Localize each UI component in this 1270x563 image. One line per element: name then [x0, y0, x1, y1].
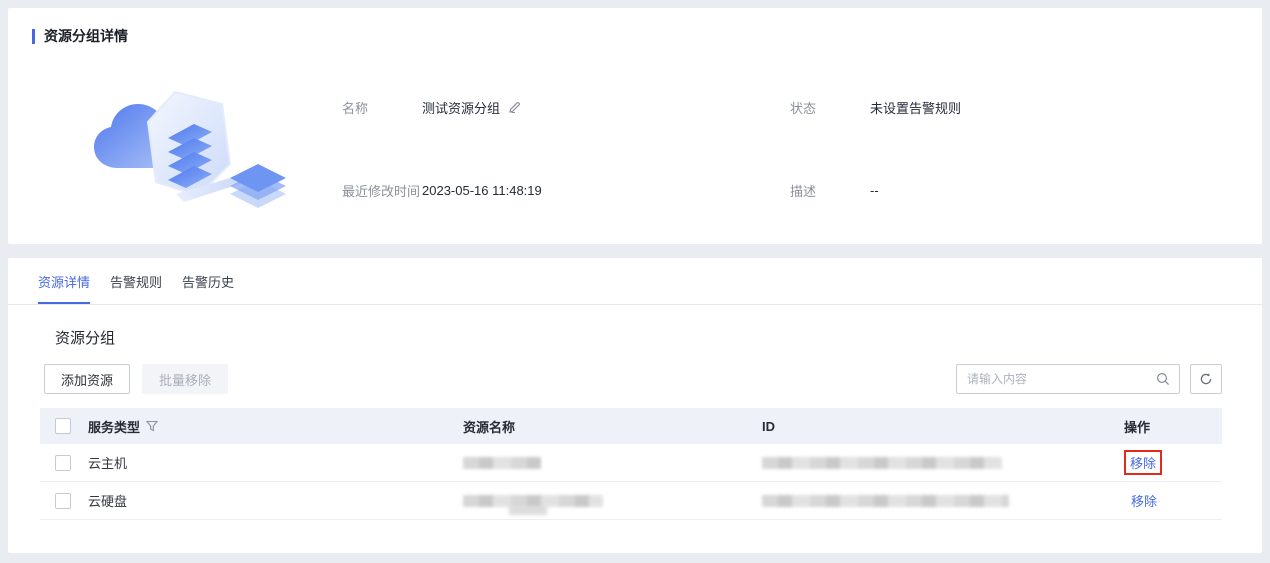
- redacted-resource-name: [463, 494, 603, 507]
- tab-alarm-history[interactable]: 告警历史: [182, 258, 234, 304]
- cell-service-type: 云主机: [88, 456, 128, 471]
- header-resource-name: 资源名称: [463, 419, 516, 435]
- field-status-value: 未设置告警规则: [870, 101, 962, 116]
- redacted-id: [762, 456, 1002, 469]
- toolbar: 添加资源 批量移除: [44, 364, 1222, 394]
- edit-name-icon[interactable]: [508, 101, 521, 114]
- refresh-button[interactable]: [1190, 364, 1222, 394]
- title-accent-bar: [32, 28, 35, 44]
- search-box: [956, 364, 1180, 394]
- field-name: 名称 测试资源分组: [342, 78, 790, 137]
- row-checkbox[interactable]: [55, 492, 71, 509]
- select-all-checkbox[interactable]: [55, 418, 71, 434]
- page-title-row: 资源分组详情: [32, 26, 1238, 46]
- redacted-resource-name: [463, 456, 541, 469]
- field-description: 描述 --: [790, 161, 1238, 220]
- page-title: 资源分组详情: [44, 28, 128, 44]
- search-input[interactable]: [967, 372, 1156, 386]
- filter-icon[interactable]: [146, 420, 159, 432]
- redacted-id: [762, 494, 1009, 507]
- header-action: 操作: [1124, 419, 1151, 435]
- tab-alarm-rules[interactable]: 告警规则: [110, 258, 162, 304]
- table-row: 云主机 移除: [40, 444, 1222, 482]
- field-status: 状态 未设置告警规则: [790, 78, 1238, 137]
- resource-table: 服务类型 资源名称 ID 操作 云主机 移除 云硬盘 移除: [40, 408, 1222, 520]
- resource-list-card: 资源详情 告警规则 告警历史 资源分组 添加资源 批量移除 服务类型: [8, 258, 1262, 553]
- field-modified-time: 最近修改时间 2023-05-16 11:48:19: [342, 161, 790, 220]
- field-description-label: 描述: [790, 184, 817, 199]
- detail-fields: 名称 测试资源分组 状态 未设置告警规则 最近修改时间 2023-05-16 1…: [342, 60, 1238, 220]
- field-name-label: 名称: [342, 101, 369, 116]
- header-service-type: 服务类型: [88, 419, 141, 435]
- remove-link[interactable]: 移除: [1131, 494, 1157, 509]
- resource-group-illustration: [32, 60, 342, 220]
- field-description-value: --: [870, 183, 879, 198]
- cell-service-type: 云硬盘: [88, 494, 128, 509]
- remove-link-highlight-box: 移除: [1124, 450, 1163, 475]
- header-id: ID: [762, 418, 775, 434]
- tabbar: 资源详情 告警规则 告警历史: [8, 258, 1262, 305]
- search-icon[interactable]: [1156, 372, 1170, 386]
- add-resource-button[interactable]: 添加资源: [44, 364, 131, 394]
- table-row: 云硬盘 移除: [40, 482, 1222, 520]
- field-modified-time-label: 最近修改时间: [342, 184, 421, 199]
- table-header-row: 服务类型 资源名称 ID 操作: [40, 408, 1222, 444]
- field-status-label: 状态: [790, 101, 817, 116]
- field-modified-time-value: 2023-05-16 11:48:19: [422, 183, 542, 198]
- section-title: 资源分组: [55, 330, 116, 347]
- field-name-value: 测试资源分组: [422, 101, 501, 116]
- batch-remove-button[interactable]: 批量移除: [142, 364, 229, 394]
- tab-resource-detail[interactable]: 资源详情: [38, 258, 91, 304]
- remove-link[interactable]: 移除: [1130, 456, 1156, 471]
- refresh-icon: [1200, 373, 1212, 385]
- row-checkbox[interactable]: [55, 454, 71, 471]
- resource-group-detail-card: 资源分组详情 名称 测试资源分组 状态 未设置告警规则 最近修改时间 2023-…: [8, 8, 1262, 244]
